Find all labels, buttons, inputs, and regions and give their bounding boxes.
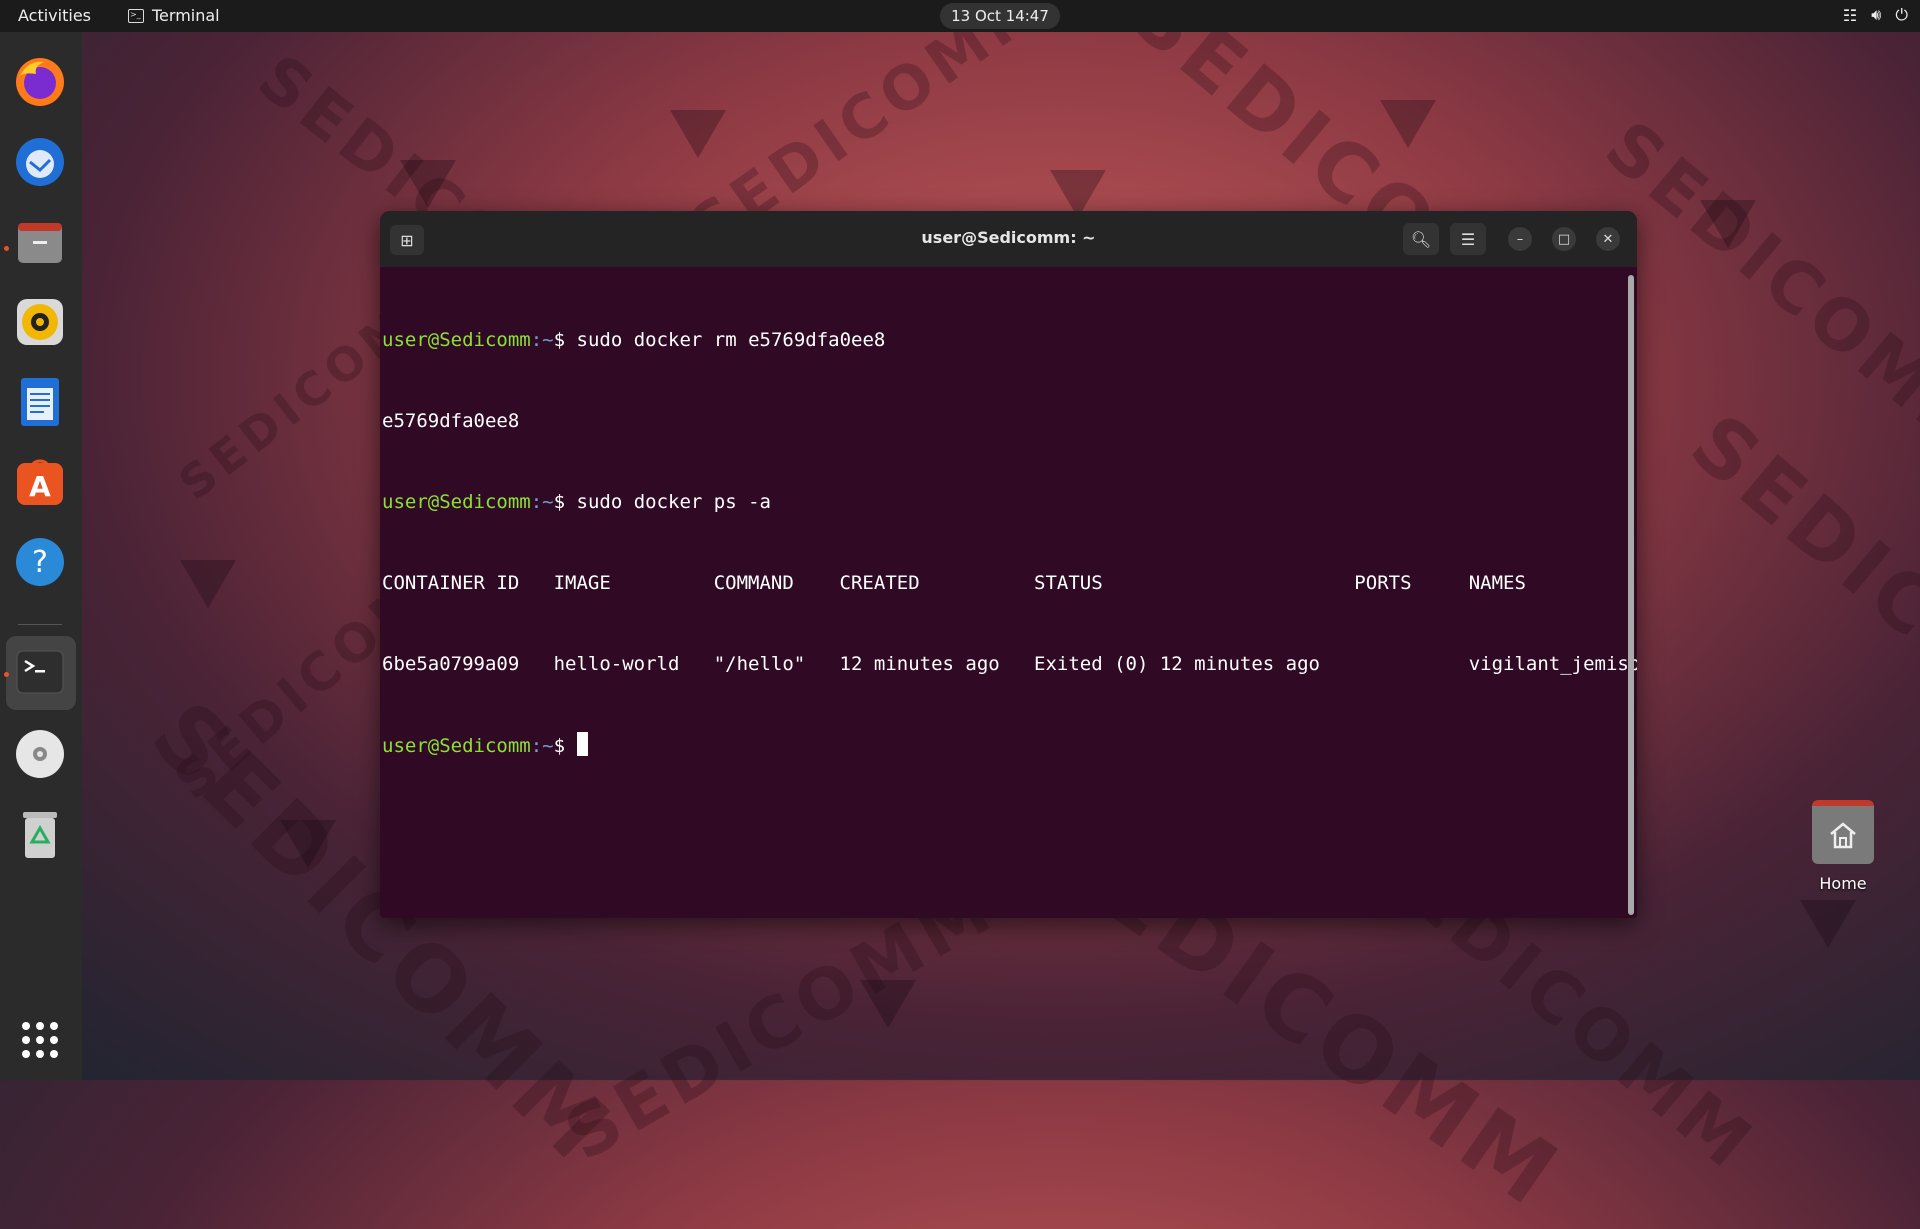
desktop-home-shortcut[interactable]: Home (1808, 800, 1878, 893)
text-cursor (576, 732, 588, 756)
scrollbar[interactable] (1628, 275, 1634, 915)
power-icon[interactable]: ⏻ (1895, 5, 1908, 25)
prompt-symbol: $ (553, 491, 577, 513)
command-text: sudo docker rm e5769dfa0ee8 (576, 329, 886, 351)
prompt-user: user@Sedicomm (382, 735, 531, 757)
prompt-path: :~ (530, 735, 554, 757)
home-folder-icon (1812, 800, 1874, 864)
terminal-icon: >_ (128, 8, 144, 23)
firefox-icon[interactable] (12, 54, 68, 110)
app-center-icon[interactable]: A (12, 454, 68, 510)
table-header-line: CONTAINER ID IMAGE COMMAND CREATED STATU… (382, 572, 1526, 594)
window-title: user@Sedicomm: ~ (921, 228, 1096, 247)
terminal-line: user@Sedicomm:~$ sudo docker rm e5769dfa… (382, 327, 1619, 354)
system-tray[interactable]: ☷ 🔊︎ ⏻ (1843, 5, 1908, 25)
prompt-user: user@Sedicomm (382, 329, 531, 351)
show-apps-icon[interactable] (12, 1012, 68, 1068)
minimize-icon: – (1516, 231, 1524, 247)
command-text: sudo docker ps -a (576, 491, 771, 513)
dock-separator (18, 624, 62, 625)
prompt-symbol: $ (553, 329, 577, 351)
running-indicator (4, 672, 9, 677)
running-indicator (4, 246, 9, 251)
hamburger-icon: ☰ (1460, 229, 1476, 249)
thunderbird-icon[interactable] (12, 134, 68, 190)
output-text: e5769dfa0ee8 (382, 410, 520, 432)
wallpaper-watermark: SEDICOMM (1673, 396, 1920, 817)
dock: A ? (0, 32, 82, 1080)
activities-button[interactable]: Activities (18, 6, 91, 25)
clock[interactable]: 13 Oct 14:47 (940, 3, 1060, 29)
terminal-dock-icon[interactable] (12, 644, 68, 700)
terminal-window[interactable]: ⊞ user@Sedicomm: ~ 🔍︎ ☰ – □ ✕ user@Sedic… (380, 211, 1637, 918)
prompt-path: :~ (530, 329, 554, 351)
terminal-line: user@Sedicomm:~$ (382, 732, 1619, 759)
window-titlebar[interactable]: ⊞ user@Sedicomm: ~ 🔍︎ ☰ – □ ✕ (380, 211, 1637, 267)
terminal-line: user@Sedicomm:~$ sudo docker ps -a (382, 489, 1619, 516)
close-button[interactable]: ✕ (1596, 227, 1620, 251)
terminal-line: e5769dfa0ee8 (382, 408, 1619, 435)
app-menu-label: Terminal (152, 6, 220, 25)
prompt-symbol: $ (553, 735, 577, 757)
minimize-button[interactable]: – (1508, 227, 1532, 251)
trash-icon[interactable] (12, 806, 68, 862)
search-icon: 🔍︎ (1410, 229, 1432, 249)
top-bar: Activities >_ Terminal 13 Oct 14:47 ☷ 🔊︎… (0, 0, 1920, 32)
menu-button[interactable]: ☰ (1450, 223, 1486, 255)
terminal-output[interactable]: user@Sedicomm:~$ sudo docker rm e5769dfa… (382, 273, 1637, 918)
search-button[interactable]: 🔍︎ (1403, 223, 1439, 255)
prompt-user: user@Sedicomm (382, 491, 531, 513)
help-icon[interactable]: ? (12, 534, 68, 590)
wallpaper-watermark: SEDICOMM (1589, 105, 1920, 477)
files-icon[interactable] (12, 214, 68, 270)
close-icon: ✕ (1602, 231, 1614, 247)
app-menu[interactable]: >_ Terminal (128, 6, 220, 25)
home-label: Home (1819, 874, 1867, 893)
rhythmbox-icon[interactable] (12, 294, 68, 350)
svg-text:A: A (29, 470, 51, 503)
maximize-icon: □ (1557, 231, 1571, 247)
network-icon[interactable]: ☷ (1843, 6, 1857, 25)
table-row-line: 6be5a0799a09 hello-world "/hello" 12 min… (382, 653, 1637, 675)
writer-icon[interactable] (12, 374, 68, 430)
disc-icon[interactable] (12, 726, 68, 782)
prompt-path: :~ (530, 491, 554, 513)
volume-icon[interactable]: 🔊︎ (1871, 5, 1881, 25)
svg-text:?: ? (32, 545, 48, 580)
maximize-button[interactable]: □ (1552, 227, 1576, 251)
